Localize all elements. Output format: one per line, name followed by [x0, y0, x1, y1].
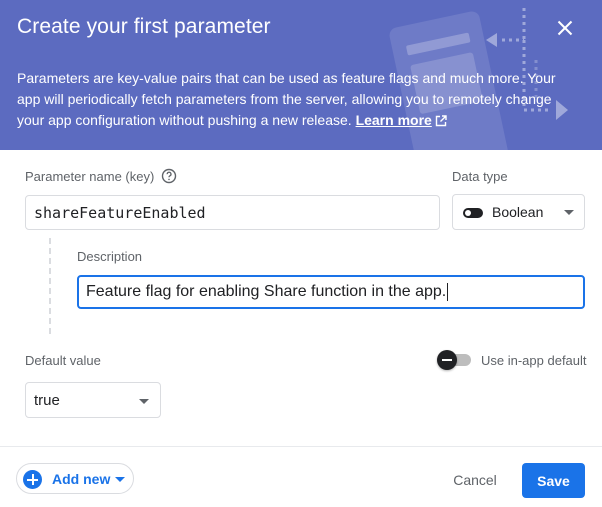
chevron-down-icon	[139, 399, 149, 404]
description-input[interactable]: Feature flag for enabling Share function…	[77, 275, 585, 309]
data-type-select[interactable]: Boolean	[452, 194, 585, 230]
learn-more-link[interactable]: Learn more	[356, 112, 447, 128]
close-icon	[557, 20, 573, 36]
intro-description: Parameters are key-value pairs that can …	[17, 70, 556, 128]
data-type-label: Data type	[452, 169, 508, 184]
intro-text: Parameters are key-value pairs that can …	[17, 68, 557, 131]
add-new-label: Add new	[52, 471, 111, 487]
close-button[interactable]	[552, 15, 578, 41]
external-link-icon	[435, 115, 447, 127]
use-inapp-default-label: Use in-app default	[481, 353, 587, 368]
save-button[interactable]: Save	[522, 463, 585, 498]
learn-more-label: Learn more	[355, 112, 432, 128]
default-value: true	[34, 392, 60, 409]
param-name-input[interactable]: shareFeatureEnabled	[25, 195, 440, 230]
chevron-down-icon	[115, 477, 125, 482]
add-new-button[interactable]: Add new	[16, 463, 134, 494]
default-value-select[interactable]: true	[25, 382, 161, 418]
description-value: Feature flag for enabling Share function…	[86, 283, 447, 300]
dialog-header: Create your first parameter Parameters a…	[0, 0, 602, 150]
dialog-footer: Add new Cancel Save	[0, 446, 602, 507]
data-type-value: Boolean	[492, 204, 544, 220]
add-circle-icon	[23, 470, 42, 489]
indent-guide	[49, 238, 51, 334]
minus-icon	[442, 359, 452, 361]
switch-thumb	[437, 350, 457, 370]
param-name-label: Parameter name (key)	[25, 169, 155, 184]
chevron-down-icon	[564, 210, 574, 215]
cancel-button[interactable]: Cancel	[441, 463, 509, 497]
dialog-title: Create your first parameter	[17, 15, 271, 38]
text-cursor	[447, 283, 449, 301]
default-value-label: Default value	[25, 353, 101, 368]
toggle-icon	[463, 208, 483, 218]
use-inapp-default-switch[interactable]	[437, 350, 473, 370]
description-label: Description	[77, 249, 143, 264]
help-icon[interactable]	[161, 168, 177, 184]
